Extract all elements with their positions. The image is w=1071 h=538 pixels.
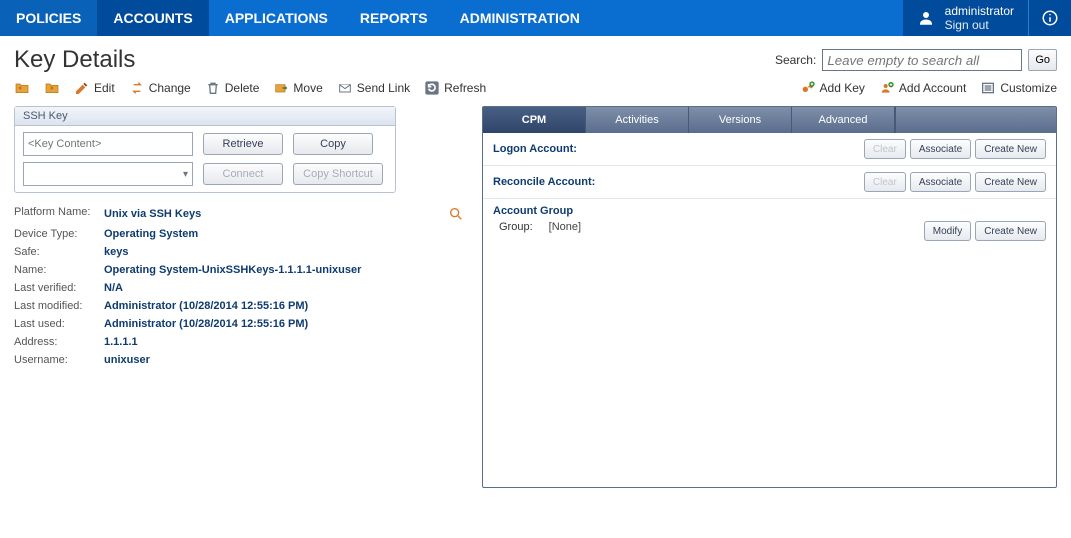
toolbar-change-label: Change — [149, 81, 191, 95]
group-create-button[interactable]: Create New — [975, 221, 1046, 241]
tab-bar: CPM Activities Versions Advanced — [483, 107, 1056, 133]
detail-row: Address:1.1.1.1 — [14, 333, 464, 351]
signout-link[interactable]: Sign out — [945, 18, 1014, 32]
detail-row: Device Type:Operating System — [14, 225, 464, 243]
toolbar: Edit Change Delete Move Send Link Refres… — [0, 76, 1071, 106]
search-input[interactable] — [822, 49, 1022, 71]
user-plus-icon — [879, 80, 895, 96]
connect-select[interactable]: ▾ — [23, 162, 193, 186]
user-box: administrator Sign out — [903, 0, 1028, 36]
logon-account-section: Logon Account: Clear Associate Create Ne… — [483, 133, 1056, 166]
folder-arrow-left-icon — [14, 80, 30, 96]
connect-button[interactable]: Connect — [203, 163, 283, 185]
header-row: Key Details Search: Go — [0, 36, 1071, 76]
logon-create-button[interactable]: Create New — [975, 139, 1046, 159]
toolbar-move-label: Move — [293, 81, 322, 95]
reconcile-associate-button[interactable]: Associate — [910, 172, 971, 192]
copy-shortcut-button[interactable]: Copy Shortcut — [293, 163, 383, 185]
retrieve-button[interactable]: Retrieve — [203, 133, 283, 155]
detail-row: Username:unixuser — [14, 351, 464, 369]
toolbar-customize[interactable]: Customize — [980, 80, 1057, 96]
toolbar-refresh-label: Refresh — [444, 81, 486, 95]
cpm-panel: CPM Activities Versions Advanced Logon A… — [482, 106, 1057, 488]
toolbar-edit[interactable]: Edit — [74, 80, 115, 96]
pencil-icon — [74, 80, 90, 96]
detail-row: Last used:Administrator (10/28/2014 12:5… — [14, 315, 464, 333]
user-icon — [917, 9, 935, 27]
search-wrap: Search: Go — [775, 49, 1057, 71]
refresh-icon — [424, 80, 440, 96]
tab-advanced[interactable]: Advanced — [792, 107, 895, 133]
page-title: Key Details — [14, 46, 775, 74]
info-icon — [1041, 9, 1059, 27]
reconcile-account-label: Reconcile Account: — [493, 176, 856, 188]
key-content-input[interactable] — [23, 132, 193, 156]
magnifier-icon[interactable] — [448, 206, 464, 222]
reconcile-account-section: Reconcile Account: Clear Associate Creat… — [483, 166, 1056, 199]
swap-icon — [129, 80, 145, 96]
tab-cpm[interactable]: CPM — [483, 107, 586, 133]
nav-applications[interactable]: APPLICATIONS — [209, 0, 344, 36]
toolbar-move[interactable]: Move — [273, 80, 322, 96]
toolbar-refresh[interactable]: Refresh — [424, 80, 486, 96]
detail-row: Safe:keys — [14, 243, 464, 261]
account-group-section: Account Group Group: [None] Modify Creat… — [483, 199, 1056, 247]
group-value: [None] — [549, 221, 581, 233]
group-modify-button[interactable]: Modify — [924, 221, 971, 241]
folder-arrow-right-icon — [44, 80, 60, 96]
top-nav: POLICIES ACCOUNTS APPLICATIONS REPORTS A… — [0, 0, 1071, 36]
tab-versions[interactable]: Versions — [689, 107, 792, 133]
nav-reports[interactable]: REPORTS — [344, 0, 444, 36]
nav-administration[interactable]: ADMINISTRATION — [444, 0, 596, 36]
group-label: Group: — [499, 221, 533, 233]
copy-button[interactable]: Copy — [293, 133, 373, 155]
toolbar-addaccount[interactable]: Add Account — [879, 80, 966, 96]
logon-associate-button[interactable]: Associate — [910, 139, 971, 159]
toolbar-addaccount-label: Add Account — [899, 81, 966, 95]
key-plus-icon — [800, 80, 816, 96]
account-group-title: Account Group — [493, 205, 916, 217]
toolbar-sendlink[interactable]: Send Link — [337, 80, 410, 96]
toolbar-addkey-label: Add Key — [820, 81, 865, 95]
toolbar-change[interactable]: Change — [129, 80, 191, 96]
toolbar-next[interactable] — [44, 80, 60, 96]
list-icon — [980, 80, 996, 96]
nav-accounts[interactable]: ACCOUNTS — [97, 0, 208, 36]
logon-clear-button[interactable]: Clear — [864, 139, 906, 159]
nav-policies[interactable]: POLICIES — [0, 0, 97, 36]
ssh-key-panel: SSH Key Retrieve Copy ▾ Connect Copy Sho… — [14, 106, 396, 193]
logon-account-label: Logon Account: — [493, 143, 856, 155]
toolbar-prev[interactable] — [14, 80, 30, 96]
user-name: administrator — [945, 4, 1014, 18]
search-label: Search: — [775, 53, 816, 67]
ssh-key-panel-title: SSH Key — [15, 107, 395, 126]
detail-row: Name:Operating System-UnixSSHKeys-1.1.1.… — [14, 261, 464, 279]
mail-icon — [337, 80, 353, 96]
toolbar-delete-label: Delete — [225, 81, 260, 95]
reconcile-create-button[interactable]: Create New — [975, 172, 1046, 192]
detail-row: Platform Name: Unix via SSH Keys — [14, 203, 464, 225]
toolbar-edit-label: Edit — [94, 81, 115, 95]
detail-label: Platform Name: — [14, 206, 104, 222]
toolbar-addkey[interactable]: Add Key — [800, 80, 865, 96]
tab-activities[interactable]: Activities — [586, 107, 689, 133]
detail-row: Last modified:Administrator (10/28/2014 … — [14, 297, 464, 315]
toolbar-sendlink-label: Send Link — [357, 81, 410, 95]
details-list: Platform Name: Unix via SSH Keys Device … — [14, 203, 464, 369]
toolbar-delete[interactable]: Delete — [205, 80, 260, 96]
search-go-button[interactable]: Go — [1028, 49, 1057, 71]
info-button[interactable] — [1028, 0, 1071, 36]
trash-icon — [205, 80, 221, 96]
detail-row: Last verified:N/A — [14, 279, 464, 297]
chevron-down-icon: ▾ — [183, 169, 188, 180]
detail-value: Unix via SSH Keys — [104, 208, 201, 220]
move-icon — [273, 80, 289, 96]
reconcile-clear-button[interactable]: Clear — [864, 172, 906, 192]
toolbar-customize-label: Customize — [1000, 81, 1057, 95]
